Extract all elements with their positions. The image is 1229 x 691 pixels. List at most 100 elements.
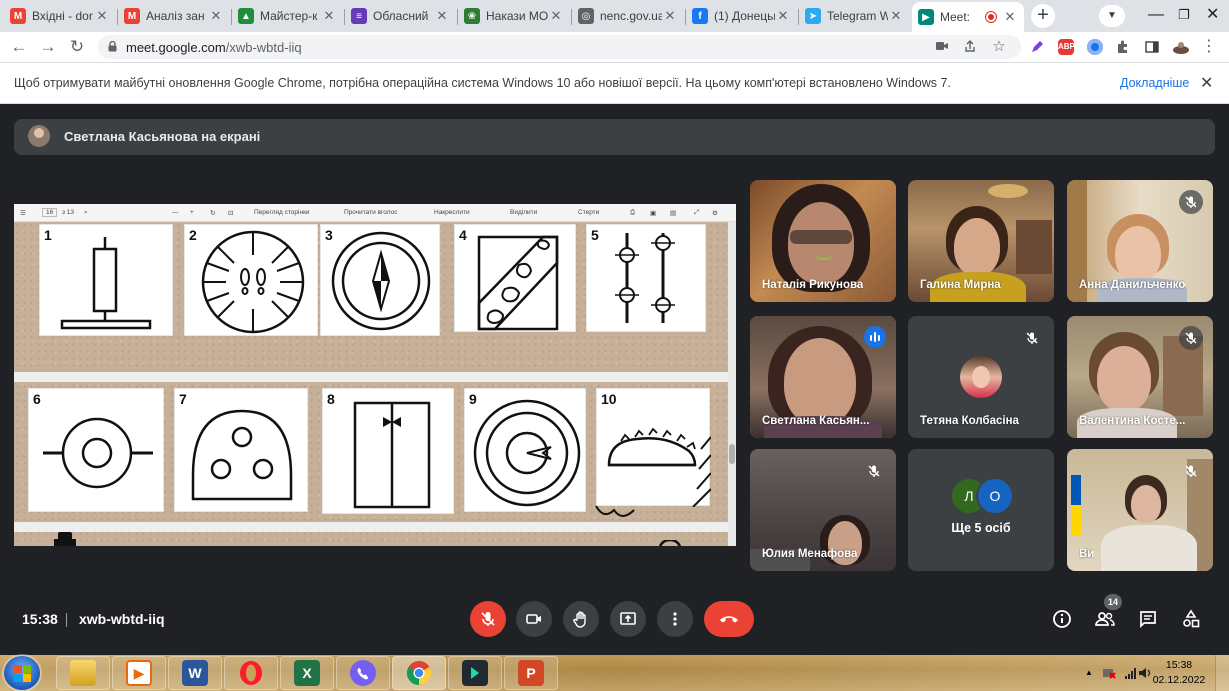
participant-tile[interactable]: Тетяна Колбасіна [908,316,1054,438]
tray-volume-icon[interactable] [1138,666,1152,683]
new-tab-button[interactable]: + [1031,4,1055,28]
save-icon[interactable]: ▣ [650,209,656,217]
tab-search-button[interactable]: ▼ [1099,5,1125,27]
bookmark-star-icon[interactable]: ☆ [991,39,1007,55]
close-tab-icon[interactable]: ✕ [775,8,791,24]
browser-tab[interactable]: M Вхідні - dor ✕ [4,2,116,30]
close-tab-icon[interactable]: ✕ [321,8,337,24]
share-icon[interactable] [962,39,978,55]
browser-tab[interactable]: ❀ Накази МО ✕ [458,2,570,30]
chrome-menu-icon[interactable]: ⋮ [1199,37,1219,57]
taskbar-app-powerpoint[interactable]: P [504,656,558,690]
url-text: meet.google.com/xwb-wbtd-iiq [126,40,302,55]
close-tab-icon[interactable]: ✕ [434,8,450,24]
windows-start-button[interactable] [4,656,40,690]
maximize-button[interactable]: ❐ [1178,6,1190,24]
page-view-button[interactable]: Перегляд сторінки [254,209,310,216]
search-icon[interactable]: ⌕ [84,209,88,217]
raise-hand-button[interactable] [563,601,599,637]
browser-tab[interactable]: ➤ Telegram W ✕ [799,2,910,30]
fullscreen-icon[interactable]: ⤢ [694,209,699,217]
gmail-icon: M [124,8,140,24]
highlight-button[interactable]: Виділити [510,209,537,216]
meeting-details-button[interactable] [1050,607,1074,631]
camera-toggle-button[interactable] [516,601,552,637]
print-icon[interactable]: ⎙ [630,209,635,217]
browser-tab[interactable]: ▲ Майстер-к ✕ [232,2,343,30]
taskbar-app-chrome[interactable] [392,656,446,690]
self-view-tile[interactable]: Ви [1067,449,1213,571]
tray-network-icon[interactable] [1102,666,1116,683]
lock-icon[interactable] [108,41,117,52]
show-desktop-button[interactable] [1215,655,1229,691]
sync-icon[interactable] [1087,39,1103,55]
activities-button[interactable] [1179,607,1203,631]
settings-icon[interactable]: ⚙ [712,209,718,217]
infobar-more-link[interactable]: Докладніше [1120,76,1189,90]
more-participants-tile[interactable]: Л О Ще 5 осіб [908,449,1054,571]
participant-tile[interactable]: Валентина Косте... [1067,316,1213,438]
reload-icon[interactable]: ↻ [67,37,87,57]
mic-toggle-button[interactable] [470,601,506,637]
people-button[interactable] [1093,607,1117,631]
participant-tile[interactable]: Галина Мирна [908,180,1054,302]
close-tab-icon[interactable]: ✕ [94,8,110,24]
board-divider [14,372,736,382]
rotate-icon[interactable]: ↻ [210,209,215,217]
leave-call-button[interactable] [704,601,754,637]
taskbar-app-explorer[interactable] [56,656,110,690]
browser-tab[interactable]: M Аналіз зан ✕ [118,2,230,30]
taskbar-app-filmora[interactable] [448,656,502,690]
browser-tab[interactable]: f (1) Донецьк ✕ [686,2,797,30]
fit-icon[interactable]: ⊡ [228,209,233,217]
more-options-button[interactable] [657,601,693,637]
taskbar-app-viber[interactable] [336,656,390,690]
participant-tile[interactable]: Анна Данильченко [1067,180,1213,302]
camera-status-icon[interactable] [934,39,950,55]
back-icon[interactable]: ← [9,37,29,57]
page-number-field[interactable]: 16 [42,208,58,217]
adblock-icon[interactable]: ABP [1058,39,1075,55]
infobar-close-icon[interactable]: ✕ [1200,73,1213,93]
taskbar-app-word[interactable]: W [168,656,222,690]
shared-screen[interactable]: ☰ 16 з 13 ⌕ — + ↻ ⊡ Перегляд сторінки Пр… [14,204,736,546]
participant-tile[interactable]: Юлия Менафова [750,449,896,571]
tray-signal-icon[interactable] [1124,666,1138,683]
zoom-in-icon[interactable]: + [190,209,194,216]
meeting-code: xwb-wbtd-iiq [79,611,165,627]
profile-icon[interactable] [1172,39,1189,55]
close-window-button[interactable]: ✕ [1206,6,1219,24]
zoom-out-icon[interactable]: — [172,209,179,216]
close-tab-icon[interactable]: ✕ [208,8,224,24]
forward-icon[interactable]: → [38,37,58,57]
chat-button[interactable] [1136,607,1160,631]
erase-button[interactable]: Стерти [578,209,599,216]
save-as-icon[interactable]: ▤ [670,209,676,217]
address-bar[interactable]: meet.google.com/xwb-wbtd-iiq ☆ [98,35,1021,59]
card-7-drawing [191,409,293,501]
sidepanel-icon[interactable] [1144,39,1160,55]
taskbar-app-media-player[interactable]: ▶ [112,656,166,690]
pen-icon[interactable] [1029,39,1045,55]
taskbar-app-excel[interactable]: X [280,656,334,690]
close-tab-icon[interactable]: ✕ [548,8,564,24]
draw-button[interactable]: Накреслити [434,209,470,216]
pdf-scrollbar-thumb[interactable] [729,444,735,464]
browser-tab[interactable]: ≡ Обласний ✕ [345,2,456,30]
read-aloud-button[interactable]: Прочитати вголос [344,209,397,216]
pdf-scrollbar[interactable] [728,222,736,546]
participant-tile[interactable]: Наталія Рикунова [750,180,896,302]
tray-expand-icon[interactable]: ▲ [1085,668,1093,677]
close-tab-icon[interactable]: ✕ [1002,9,1018,25]
puzzle-icon[interactable] [1115,39,1131,55]
present-button[interactable] [610,601,646,637]
minimize-button[interactable]: — [1148,6,1164,24]
browser-tab[interactable]: ▶ Meet: ✕ [912,2,1024,32]
participant-tile-active-speaker[interactable]: Светлана Касьян... [750,316,896,438]
taskbar-clock[interactable]: 15:38 02.12.2022 [1152,658,1206,688]
close-tab-icon[interactable]: ✕ [662,8,678,24]
taskbar-app-opera[interactable] [224,656,278,690]
menu-icon[interactable]: ☰ [20,209,26,217]
close-tab-icon[interactable]: ✕ [888,8,904,24]
browser-tab[interactable]: ◎ nenc.gov.ua ✕ [572,2,684,30]
